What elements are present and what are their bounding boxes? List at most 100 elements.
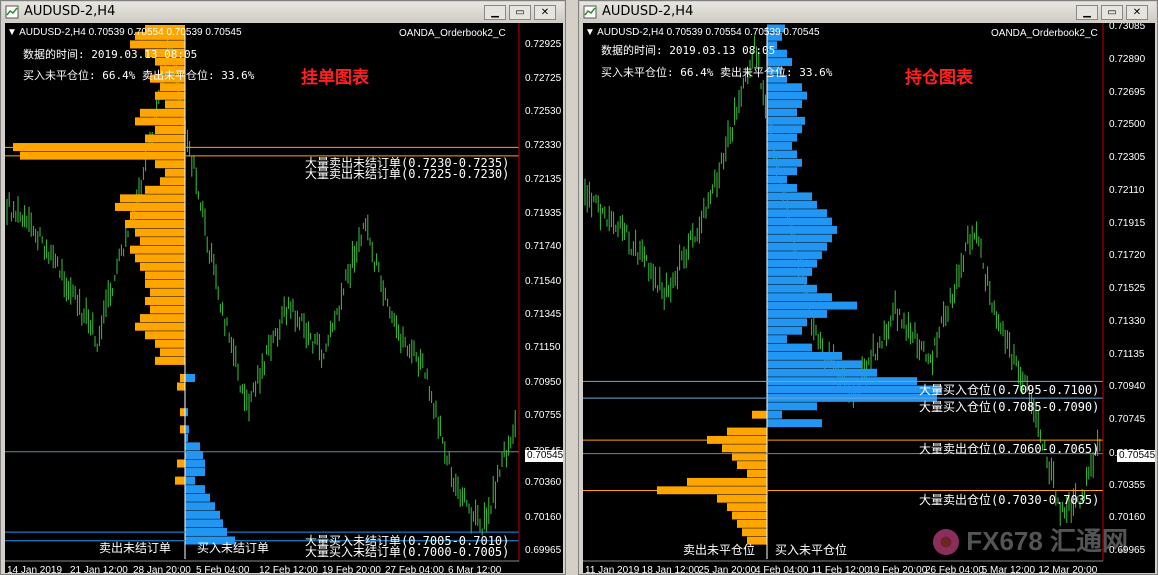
price-tick: 0.73085	[1109, 23, 1146, 32]
time-tick: 19 Feb 20:00	[322, 565, 381, 573]
maximize-button[interactable]: ▭	[509, 5, 531, 20]
window-title: AUDUSD-2,H4	[24, 4, 116, 19]
buy-bar	[185, 519, 223, 528]
price-chart[interactable]: ▼ AUDUSD-2,H4 0.70539 0.70554 0.70539 0.…	[5, 23, 563, 573]
close-button[interactable]: ✕	[1126, 5, 1148, 20]
buy-bar	[185, 468, 205, 477]
sell-bar	[130, 245, 185, 254]
chart-window-right[interactable]: AUDUSD-2,H4 ▁ ▭ ✕ ▼ AUDUSD-2,H4 0.70539 …	[578, 0, 1158, 575]
sell-bar	[160, 177, 185, 186]
time-tick: 25 Jan 20:00	[698, 565, 757, 573]
dropdown-arrow-icon[interactable]: ▼	[585, 27, 595, 38]
buy-bar	[767, 343, 812, 352]
buy-bar	[767, 242, 827, 251]
sell-bar	[115, 202, 185, 211]
sell-bar	[165, 100, 185, 109]
sell-bar	[737, 461, 767, 470]
price-tick: 0.72135	[525, 173, 562, 185]
level-label: 大量买入仓位(0.7085-0.7090)	[919, 400, 1100, 414]
sell-bar	[742, 528, 767, 537]
price-tick: 0.70355	[1109, 479, 1146, 491]
price-chart[interactable]: ▼ AUDUSD-2,H4 0.70539 0.70554 0.70539 0.…	[583, 23, 1155, 573]
sell-bar	[165, 168, 185, 177]
symbol-quote: AUDUSD-2,H4 0.70539 0.70554 0.70539 0.70…	[597, 27, 820, 38]
minimize-button[interactable]: ▁	[484, 5, 506, 20]
window-titlebar[interactable]: AUDUSD-2,H4 ▁ ▭ ✕	[580, 2, 1156, 22]
time-tick: 4 Feb 04:00	[755, 565, 809, 573]
chart-type-label: 挂单图表	[301, 68, 369, 88]
sell-bar	[160, 83, 185, 92]
sell-bar	[120, 194, 185, 203]
buy-bar	[185, 510, 220, 519]
sell-bar	[752, 410, 767, 419]
buy-bar	[767, 116, 805, 125]
sell-bar	[180, 373, 185, 383]
window-titlebar[interactable]: AUDUSD-2,H4 ▁ ▭ ✕	[2, 2, 564, 22]
buy-bar	[767, 268, 812, 276]
watermark: FX678 汇通网	[966, 526, 1129, 556]
buy-bar	[767, 360, 862, 369]
buy-bar	[767, 234, 832, 243]
price-tick: 0.71935	[525, 208, 562, 220]
buy-bar	[767, 318, 807, 327]
sell-bar	[135, 228, 185, 237]
buy-bar	[767, 351, 842, 360]
sell-bar	[180, 425, 185, 434]
sell-bar	[732, 511, 767, 520]
data-time: 数据的时间: 2019.03.13 08:05	[23, 48, 198, 61]
price-tick: 0.71740	[525, 241, 562, 253]
sell-bar	[145, 279, 185, 288]
chart-window-left[interactable]: AUDUSD-2,H4 ▁ ▭ ✕ ▼ AUDUSD-2,H4 0.70539 …	[0, 0, 566, 575]
buy-bar	[185, 502, 215, 511]
maximize-button[interactable]: ▭	[1101, 5, 1123, 20]
sell-bar	[145, 296, 185, 306]
buy-bar	[767, 326, 802, 335]
dropdown-arrow-icon[interactable]: ▼	[7, 27, 17, 38]
buy-bar	[767, 200, 817, 209]
sell-bar	[177, 382, 185, 391]
sell-bar	[737, 519, 767, 528]
buy-bar	[767, 125, 802, 134]
minimize-button[interactable]: ▁	[1076, 5, 1098, 20]
data-time: 数据的时间: 2019.03.13 08:05	[601, 44, 776, 57]
sell-bar	[145, 271, 185, 280]
sell-bar	[155, 339, 185, 348]
sell-bar	[145, 134, 185, 143]
time-tick: 27 Feb 04:00	[385, 565, 444, 573]
time-tick: 6 Mar 12:00	[448, 565, 502, 573]
sell-positions-label: 卖出未平仓位	[683, 543, 756, 557]
close-button[interactable]: ✕	[534, 5, 556, 20]
window-title: AUDUSD-2,H4	[602, 4, 694, 19]
buy-bar	[767, 309, 827, 318]
sell-bar	[135, 322, 185, 331]
buy-bar	[185, 459, 205, 468]
buy-bar	[767, 133, 797, 142]
buy-bar	[185, 493, 210, 502]
time-tick: 18 Jan 12:00	[641, 565, 700, 573]
price-tick: 0.70160	[1109, 512, 1146, 524]
price-tick: 0.71540	[525, 275, 562, 287]
time-tick: 5 Mar 12:00	[981, 565, 1036, 573]
sell-bar	[727, 503, 767, 512]
sell-bar	[140, 108, 185, 117]
time-tick: 11 Jan 2019	[585, 565, 640, 573]
buy-bar	[185, 373, 195, 383]
sell-bar	[717, 494, 767, 503]
sell-bar	[180, 408, 185, 417]
buy-bar	[767, 335, 787, 344]
buy-bar	[767, 276, 807, 285]
price-tick: 0.72725	[525, 72, 562, 84]
buy-bar	[767, 259, 817, 268]
price-tick: 0.72110	[1109, 184, 1145, 196]
price-tick: 0.71525	[1109, 283, 1146, 294]
price-tick: 0.70160	[525, 511, 562, 523]
price-tick: 0.72500	[1109, 119, 1146, 131]
price-tick: 0.72890	[1109, 53, 1146, 65]
time-tick: 5 Feb 04:00	[196, 565, 250, 573]
price-tick: 0.72330	[525, 140, 562, 152]
sell-bar	[140, 262, 185, 271]
buy-bar	[767, 108, 797, 117]
price-tick: 0.71330	[1109, 315, 1146, 327]
sell-bar	[727, 427, 767, 436]
sell-bar	[177, 459, 185, 468]
